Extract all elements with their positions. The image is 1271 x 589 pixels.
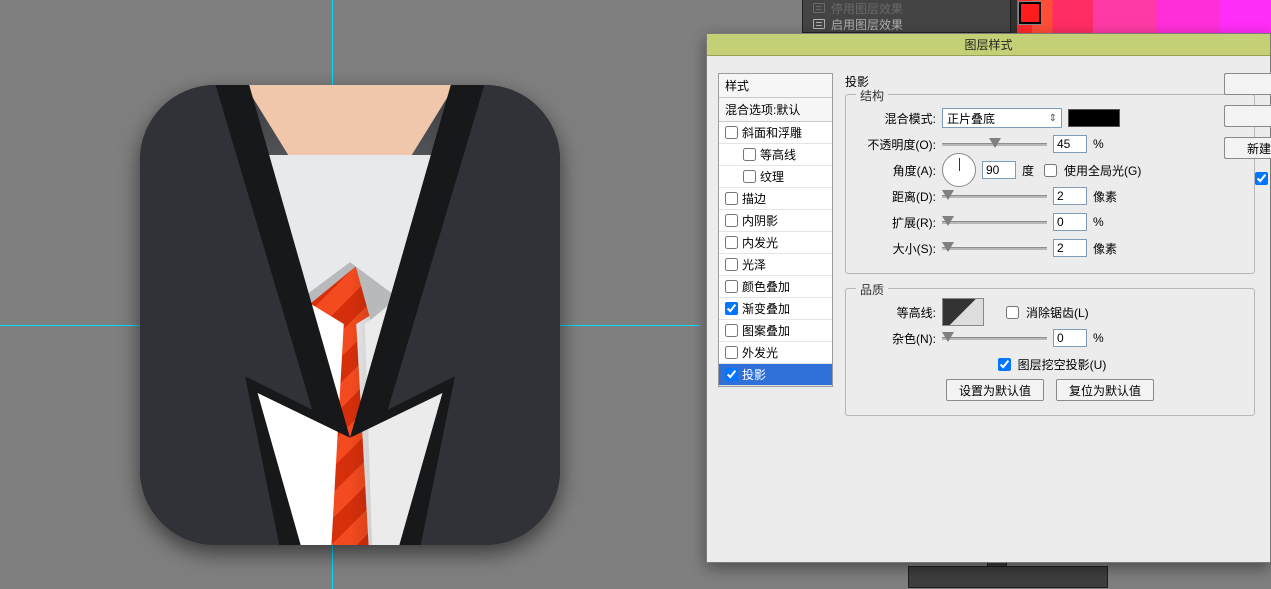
- checkbox[interactable]: [725, 258, 738, 271]
- reset-default-button[interactable]: 复位为默认值: [1056, 379, 1154, 401]
- checkbox[interactable]: [725, 280, 738, 293]
- dialog-title: 图层样式: [707, 34, 1270, 56]
- opacity-slider[interactable]: [942, 137, 1047, 151]
- set-default-button[interactable]: 设置为默认值: [946, 379, 1044, 401]
- styles-list-header[interactable]: 样式: [719, 74, 832, 98]
- color-spectrum[interactable]: [1017, 0, 1271, 33]
- cancel-button[interactable]: [1224, 105, 1271, 127]
- distance-input[interactable]: 2: [1053, 187, 1087, 205]
- style-satin[interactable]: 光泽: [719, 254, 832, 276]
- row-blend-mode: 混合模式: 正片叠底 ⇕: [858, 105, 1242, 131]
- canvas-area[interactable]: [0, 0, 700, 589]
- row-opacity: 不透明度(O): 45 %: [858, 131, 1242, 157]
- context-menu-fragment: 停用图层效果 启用图层效果: [802, 0, 1012, 33]
- checkbox[interactable]: [725, 214, 738, 227]
- checkbox[interactable]: [725, 236, 738, 249]
- color-swatch-panel: [1010, 0, 1271, 33]
- chevron-updown-icon: ⇕: [1049, 113, 1057, 124]
- size-input[interactable]: 2: [1053, 239, 1087, 257]
- blend-mode-select[interactable]: 正片叠底 ⇕: [942, 108, 1062, 128]
- shadow-color-chip[interactable]: [1068, 109, 1120, 127]
- row-contour: 等高线: 消除锯齿(L): [858, 299, 1242, 325]
- layer-style-dialog: 图层样式 样式 混合选项:默认 斜面和浮雕 等高线 纹理 描边 内阴影 内发光 …: [706, 33, 1271, 563]
- new-style-button[interactable]: 新建: [1224, 137, 1271, 159]
- layer-fx-icon: [813, 19, 825, 29]
- row-angle: 角度(A): 90 度 使用全局光(G): [858, 157, 1242, 183]
- row-knockout: 图层挖空投影(U): [858, 351, 1242, 377]
- row-spread: 扩展(R): 0 %: [858, 209, 1242, 235]
- quality-group: 品质 等高线: 消除锯齿(L) 杂色(N): 0 % 图层挖空投影(U): [845, 288, 1255, 416]
- layer-fx-icon: [813, 3, 825, 13]
- row-default-buttons: 设置为默认值 复位为默认值: [858, 377, 1242, 403]
- preview-checkbox[interactable]: [1224, 169, 1271, 188]
- structure-group: 结构 混合模式: 正片叠底 ⇕ 不透明度(O): 45 % 角度(A: [845, 94, 1255, 274]
- style-color-overlay[interactable]: 颜色叠加: [719, 276, 832, 298]
- knockout-checkbox[interactable]: 图层挖空投影(U): [994, 355, 1107, 374]
- menu-item-enable-fx[interactable]: 启用图层效果: [803, 16, 1011, 32]
- antialias-checkbox[interactable]: 消除锯齿(L): [1002, 303, 1089, 322]
- checkbox[interactable]: [725, 324, 738, 337]
- style-contour-sub[interactable]: 等高线: [719, 144, 832, 166]
- checkbox[interactable]: [743, 148, 756, 161]
- blend-options-row[interactable]: 混合选项:默认: [719, 98, 832, 122]
- angle-dial[interactable]: [942, 153, 976, 187]
- contour-picker[interactable]: [942, 298, 984, 326]
- checkbox[interactable]: [725, 368, 738, 381]
- artwork-suit-icon[interactable]: [140, 85, 560, 545]
- row-distance: 距离(D): 2 像素: [858, 183, 1242, 209]
- section-title: 投影: [845, 73, 1255, 90]
- checkbox[interactable]: [725, 126, 738, 139]
- row-size: 大小(S): 2 像素: [858, 235, 1242, 261]
- foreground-color-swatch[interactable]: [1019, 2, 1041, 24]
- checkbox[interactable]: [743, 170, 756, 183]
- menu-label: 启用图层效果: [831, 16, 903, 33]
- panel-footer: [908, 566, 1108, 588]
- style-bevel[interactable]: 斜面和浮雕: [719, 122, 832, 144]
- style-stroke[interactable]: 描边: [719, 188, 832, 210]
- angle-input[interactable]: 90: [982, 161, 1016, 179]
- distance-slider[interactable]: [942, 189, 1047, 203]
- style-drop-shadow[interactable]: 投影: [719, 364, 832, 386]
- menu-label: 停用图层效果: [831, 0, 903, 17]
- style-inner-shadow[interactable]: 内阴影: [719, 210, 832, 232]
- styles-list: 样式 混合选项:默认 斜面和浮雕 等高线 纹理 描边 内阴影 内发光 光泽 颜色…: [718, 73, 833, 387]
- spread-slider[interactable]: [942, 215, 1047, 229]
- size-slider[interactable]: [942, 241, 1047, 255]
- global-light-checkbox[interactable]: 使用全局光(G): [1040, 161, 1141, 180]
- checkbox[interactable]: [725, 192, 738, 205]
- noise-slider[interactable]: [942, 331, 1047, 345]
- row-noise: 杂色(N): 0 %: [858, 325, 1242, 351]
- group-legend: 品质: [856, 281, 888, 298]
- ok-button[interactable]: [1224, 73, 1271, 95]
- style-outer-glow[interactable]: 外发光: [719, 342, 832, 364]
- menu-item-disable-fx: 停用图层效果: [803, 0, 1011, 16]
- style-gradient-overlay[interactable]: 渐变叠加: [719, 298, 832, 320]
- checkbox[interactable]: [725, 346, 738, 359]
- style-pattern-overlay[interactable]: 图案叠加: [719, 320, 832, 342]
- opacity-input[interactable]: 45: [1053, 135, 1087, 153]
- drop-shadow-settings: 投影 结构 混合模式: 正片叠底 ⇕ 不透明度(O): 45 %: [845, 73, 1255, 430]
- spread-input[interactable]: 0: [1053, 213, 1087, 231]
- checkbox[interactable]: [725, 302, 738, 315]
- select-value: 正片叠底: [947, 110, 995, 127]
- dialog-button-column: 新建: [1224, 73, 1271, 188]
- group-legend: 结构: [856, 87, 888, 104]
- style-texture-sub[interactable]: 纹理: [719, 166, 832, 188]
- noise-input[interactable]: 0: [1053, 329, 1087, 347]
- style-inner-glow[interactable]: 内发光: [719, 232, 832, 254]
